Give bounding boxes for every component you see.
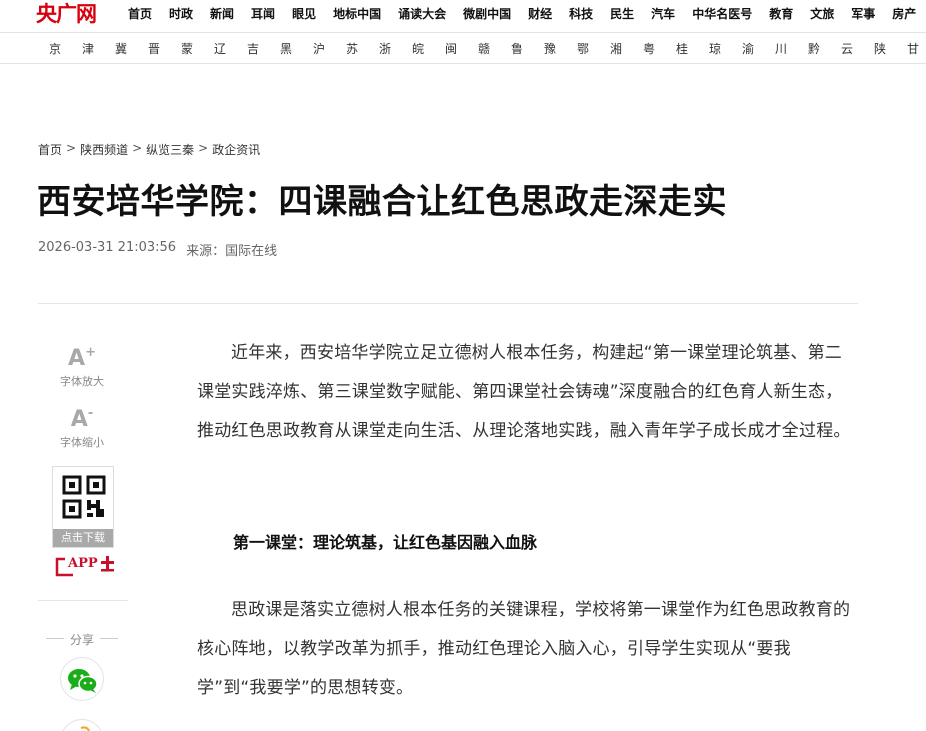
wechat-share-button[interactable] [60,657,104,701]
font-increase-label: 字体放大 [60,375,104,388]
nav-item[interactable]: 教育 [769,0,793,30]
font-decrease-icon: A- [70,406,94,432]
font-decrease-button[interactable]: A- 字体缩小 [50,402,114,450]
province-item[interactable]: 湘 [610,33,643,63]
font-decrease-label: 字体缩小 [60,436,104,449]
nav-item[interactable]: 中华名医号 [692,0,752,30]
nav-item[interactable]: 房产 [892,0,916,30]
province-item[interactable]: 京 [49,33,82,63]
breadcrumb-link[interactable]: 陕西频道 [80,141,128,158]
nav-item[interactable]: 新闻 [210,0,234,30]
download-label: 点击下载 [53,529,113,547]
province-item[interactable]: 闽 [445,33,478,63]
province-item[interactable]: 鲁 [511,33,544,63]
article-title: 西安培华学院：四课融合让红色思政走深走实 [37,182,727,222]
province-item[interactable]: 甘 [907,33,926,63]
font-increase-button[interactable]: A+ 字体放大 [50,341,114,389]
article-paragraph: 近年来，西安培华学院立足立德树人根本任务，构建起“第一课堂理论筑基、第二课堂实践… [197,343,851,441]
province-item[interactable]: 蒙 [181,33,214,63]
province-item[interactable]: 津 [82,33,115,63]
app-badge[interactable]: APP [55,555,115,577]
header-divider [38,303,858,304]
nav-item[interactable]: 微剧中国 [463,0,511,30]
province-item[interactable]: 陕 [874,33,907,63]
breadcrumb: 首页 > 陕西频道 > 纵览三秦 > 政企资讯 [38,141,260,158]
article-source: 来源：国际在线 [186,244,278,259]
province-item[interactable]: 粤 [643,33,676,63]
top-nav: 央广网 首页 时政 新闻 耳闻 眼见 地标中国 诵读大会 微剧中国 财经 科技 民生 汽车 中华名医号教… [0,0,926,30]
breadcrumb-link[interactable]: 首页 [38,141,62,158]
nav-item[interactable]: 耳闻 [251,0,275,30]
nav-item[interactable]: 首页 [128,0,152,30]
font-increase-icon: A+ [68,345,96,371]
breadcrumb-separator: > [132,141,143,155]
province-item[interactable]: 琼 [709,33,742,63]
site-logo[interactable]: 央广网 [36,2,97,26]
breadcrumb-link[interactable]: 政企资讯 [212,141,260,158]
province-list: 京津冀晋蒙辽吉黑沪苏浙皖闽赣鲁豫鄂湘粤桂琼渝川黔云陕甘 [49,33,926,63]
publish-datetime: 2026-03-31 21:03:56 [38,240,177,255]
share-heading: 分享 [44,631,120,648]
province-item[interactable]: 川 [775,33,808,63]
nav-item[interactable]: 科技 [569,0,593,30]
weibo-icon [80,726,90,731]
province-item[interactable]: 赣 [478,33,511,63]
province-item[interactable]: 吉 [247,33,280,63]
qr-code-icon [62,475,106,519]
province-item[interactable]: 黑 [280,33,313,63]
province-item[interactable]: 渝 [742,33,775,63]
breadcrumb-separator: > [66,141,77,155]
main-nav: 首页 时政 新闻 耳闻 眼见 地标中国 诵读大会 微剧中国 财经 科技 民生 汽车 中华名医号 教育 文旅军… [128,0,926,30]
province-item[interactable]: 桂 [676,33,709,63]
tools-divider [38,600,128,601]
nav-item[interactable]: 汽车 [651,0,675,30]
province-item[interactable]: 沪 [313,33,346,63]
province-item[interactable]: 浙 [379,33,412,63]
nav-item[interactable]: 军事 [851,0,875,30]
nav-item[interactable]: 地标中国 [333,0,381,30]
nav-item[interactable]: 文旅 [810,0,834,30]
province-item[interactable]: 云 [841,33,874,63]
breadcrumb-separator: > [198,141,209,155]
breadcrumb-link[interactable]: 纵览三秦 [146,141,194,158]
nav-item[interactable]: 时政 [169,0,193,30]
nav-item[interactable]: 眼见 [292,0,316,30]
weibo-share-button[interactable] [60,719,104,731]
province-item[interactable]: 鄂 [577,33,610,63]
province-item[interactable]: 冀 [115,33,148,63]
province-nav: 京津冀晋蒙辽吉黑沪苏浙皖闽赣鲁豫鄂湘粤桂琼渝川黔云陕甘 [0,32,926,64]
nav-item[interactable]: 民生 [610,0,634,30]
article-meta: 2026-03-31 21:03:56 来源：国际在线 [38,240,287,259]
province-item[interactable]: 豫 [544,33,577,63]
app-label: APP [68,556,98,571]
article-subheading: 第一课堂：理论筑基，让红色基因融入血脉 [233,533,538,552]
province-item[interactable]: 晋 [148,33,181,63]
app-download-qr[interactable]: 点击下载 [52,466,114,548]
province-item[interactable]: 苏 [346,33,379,63]
province-item[interactable]: 皖 [412,33,445,63]
nav-item[interactable]: 诵读大会 [398,0,446,30]
article-paragraph: 思政课是落实立德树人根本任务的关键课程，学校将第一课堂作为红色思政教育的核心阵地… [197,600,851,698]
province-item[interactable]: 黔 [808,33,841,63]
nav-item[interactable]: 财经 [528,0,552,30]
wechat-icon [68,669,98,693]
province-item[interactable]: 辽 [214,33,247,63]
